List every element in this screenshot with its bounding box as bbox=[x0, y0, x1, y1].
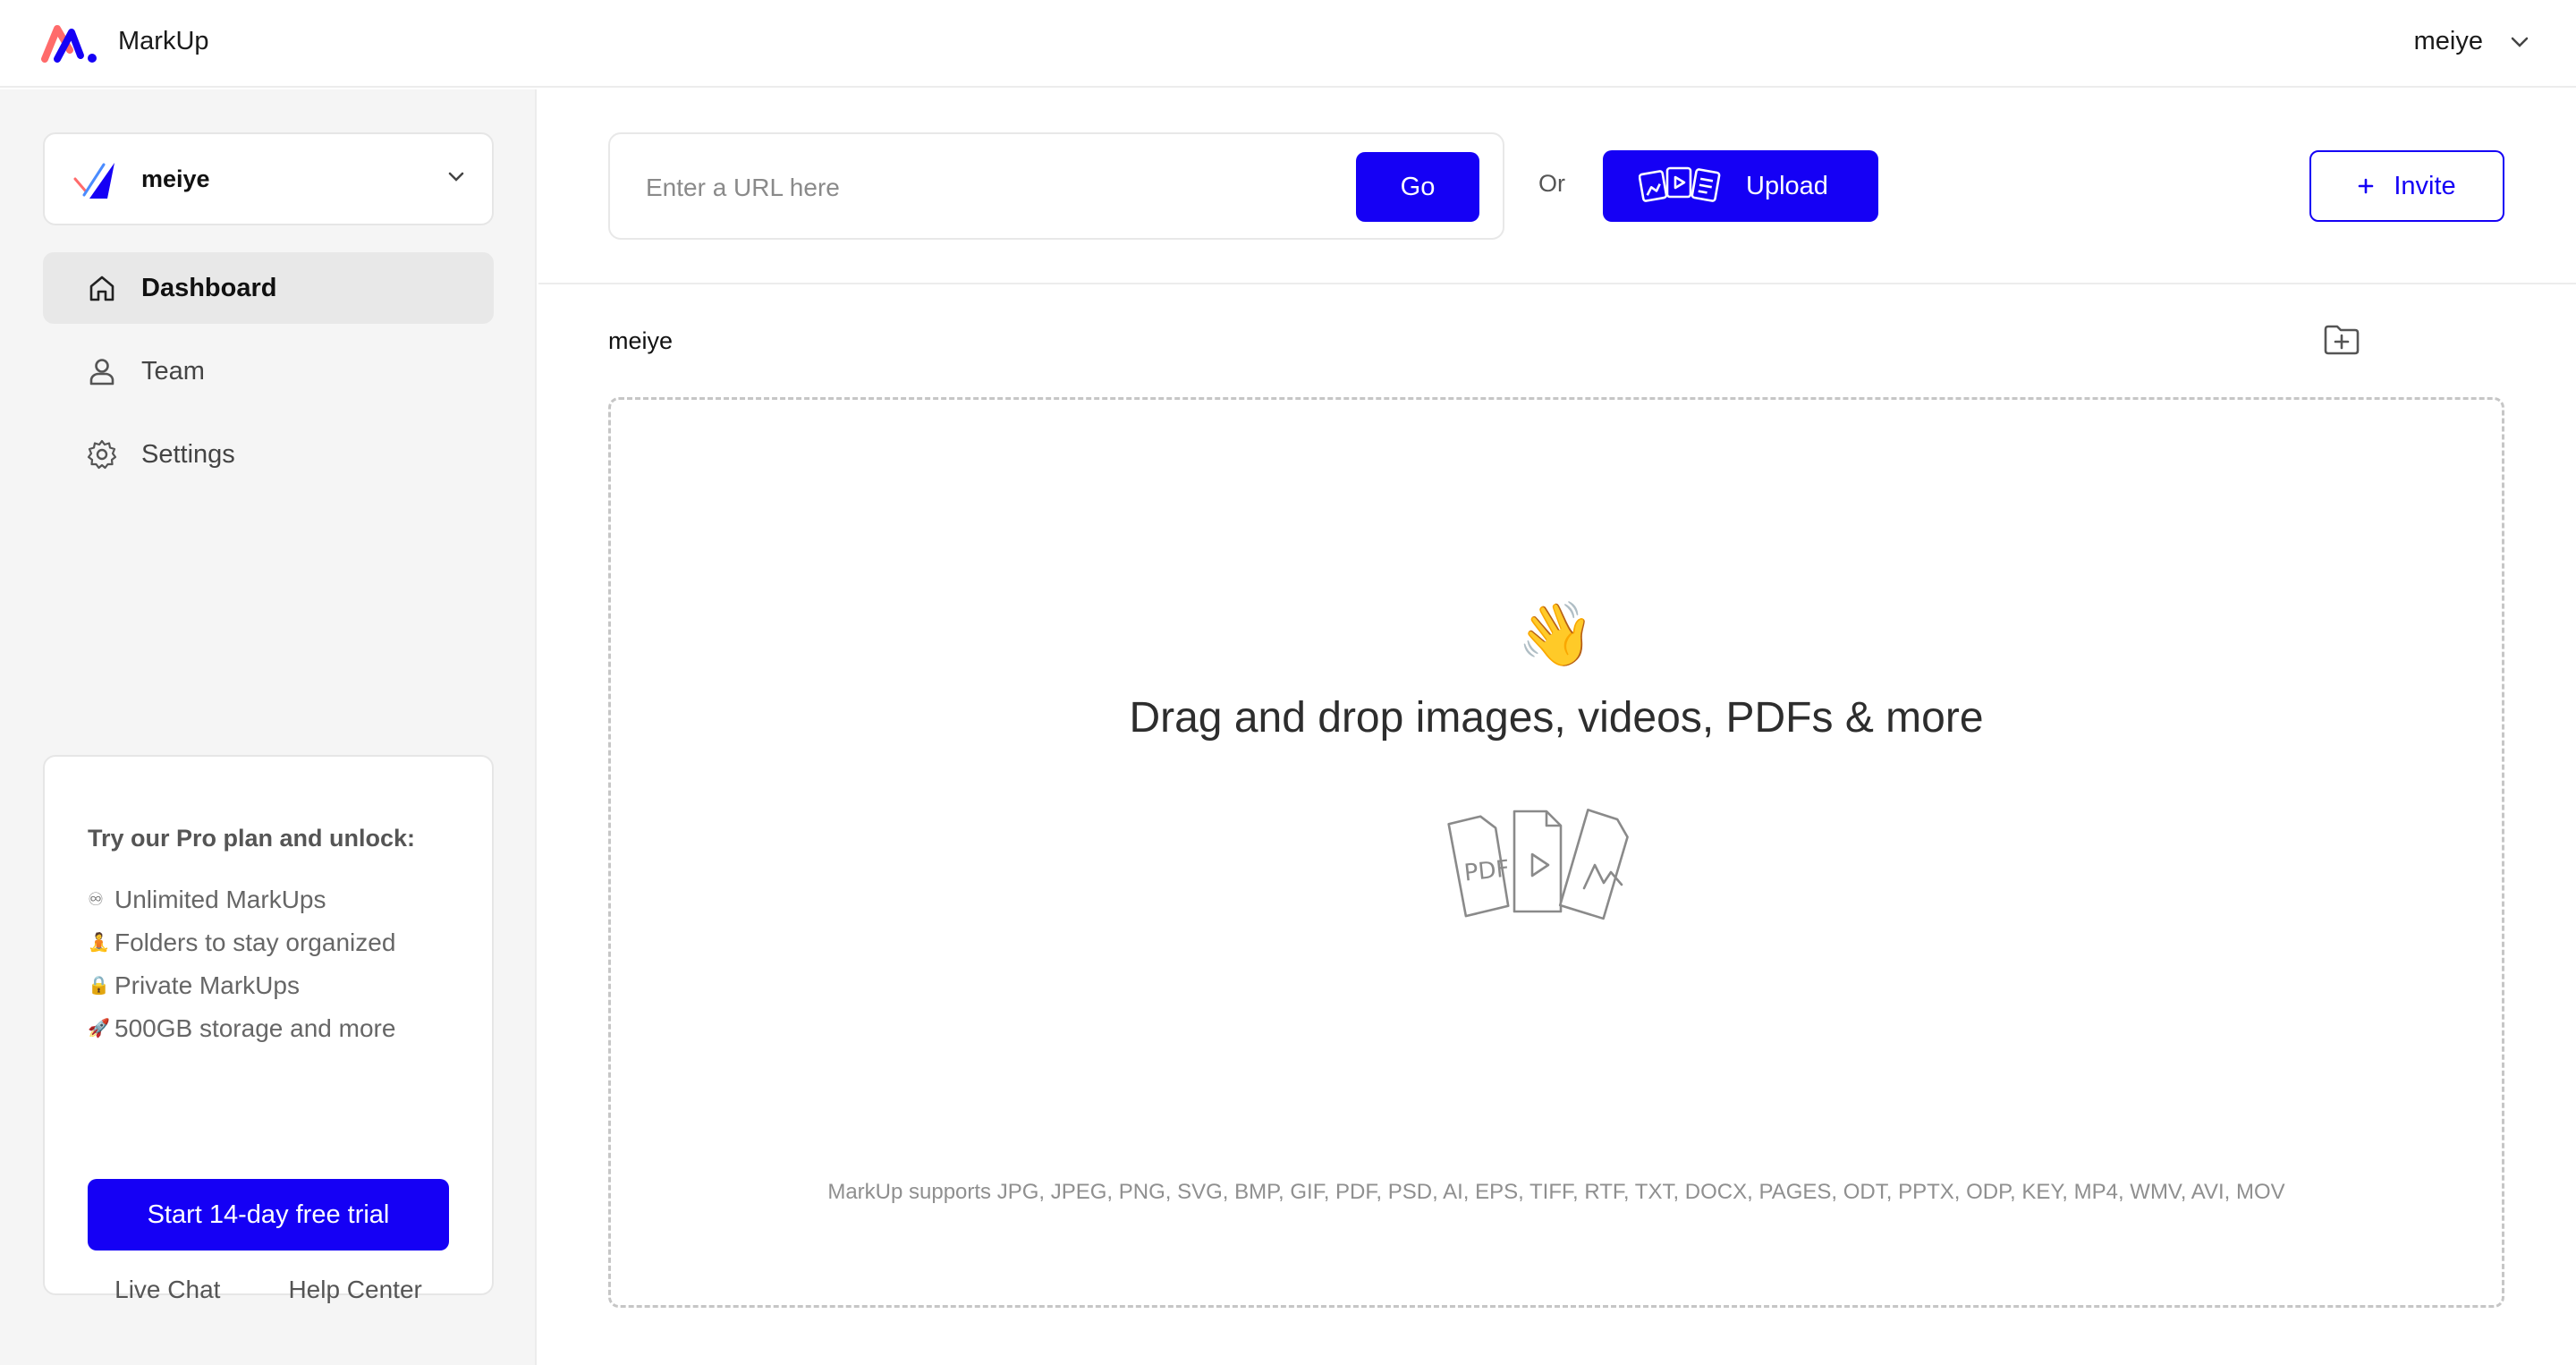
go-button[interactable]: Go bbox=[1356, 152, 1479, 222]
url-input[interactable] bbox=[646, 161, 1326, 215]
media-files-icon bbox=[1638, 164, 1723, 209]
sidebar: meiye Dashboard Team Settings Try our Pr… bbox=[0, 89, 537, 1365]
drop-zone[interactable]: 👋 Drag and drop images, videos, PDFs & m… bbox=[608, 397, 2504, 1308]
plus-icon bbox=[2358, 172, 2374, 201]
sidebar-item-label: Settings bbox=[141, 439, 235, 469]
top-bar: MarkUp meiye bbox=[0, 0, 2576, 88]
app-name: MarkUp bbox=[118, 27, 209, 55]
header-divider bbox=[538, 283, 2576, 284]
infinity-icon: ♾ bbox=[88, 890, 104, 910]
pro-feature-item: ♾ Unlimited MarkUps bbox=[88, 878, 395, 921]
drop-zone-title: Drag and drop images, videos, PDFs & mor… bbox=[1129, 694, 1984, 742]
sidebar-item-label: Team bbox=[141, 356, 205, 386]
sidebar-item-team[interactable]: Team bbox=[43, 335, 494, 407]
rocket-icon: 🚀 bbox=[88, 1019, 110, 1039]
lock-icon: 🔒 bbox=[88, 976, 110, 996]
live-chat-link[interactable]: Live Chat bbox=[114, 1276, 220, 1304]
main-content: Go Or Upload Invite meiye bbox=[538, 89, 2576, 1365]
user-icon bbox=[84, 353, 120, 389]
invite-label: Invite bbox=[2394, 171, 2456, 200]
markup-logo-icon[interactable] bbox=[41, 23, 98, 64]
start-trial-button[interactable]: Start 14-day free trial bbox=[88, 1179, 449, 1251]
file-types-icon: PDF bbox=[1447, 809, 1629, 920]
meditation-icon: 🧘 bbox=[88, 933, 110, 953]
pro-feature-list: ♾ Unlimited MarkUps 🧘 Folders to stay orga… bbox=[88, 878, 395, 1050]
pro-plan-card: Try our Pro plan and unlock: ♾ Unlimited … bbox=[43, 755, 494, 1295]
folder-title: meiye bbox=[608, 327, 674, 354]
help-center-link[interactable]: Help Center bbox=[288, 1276, 421, 1304]
or-separator: Or bbox=[1538, 170, 1565, 197]
pro-feature-item: 🧘 Folders to stay organized bbox=[88, 921, 395, 964]
chevron-down-icon bbox=[447, 171, 465, 187]
sidebar-item-settings[interactable]: Settings bbox=[43, 419, 494, 490]
user-name: meiye bbox=[2413, 27, 2483, 55]
workspace-name: meiye bbox=[141, 165, 210, 192]
invite-button[interactable]: Invite bbox=[2309, 150, 2504, 222]
workspace-switcher[interactable]: meiye bbox=[43, 132, 494, 225]
user-menu[interactable]: meiye bbox=[2414, 27, 2529, 56]
sidebar-nav: Dashboard Team Settings bbox=[43, 252, 494, 502]
pro-feature-item: 🚀 500GB storage and more bbox=[88, 1007, 395, 1050]
gear-icon bbox=[84, 437, 120, 472]
waving-hand-icon: 👋 bbox=[1517, 599, 1596, 669]
workspace-logo-icon bbox=[73, 163, 114, 199]
url-bar: Go bbox=[608, 132, 1504, 240]
upload-button[interactable]: Upload bbox=[1603, 150, 1878, 222]
pro-feature-item: 🔒 Private MarkUps bbox=[88, 964, 395, 1007]
pdf-file-label: PDF bbox=[1463, 855, 1512, 886]
new-folder-icon[interactable] bbox=[2322, 320, 2361, 360]
supported-formats-text: MarkUp supports JPG, JPEG, PNG, SVG, BMP… bbox=[827, 1180, 2285, 1204]
home-icon bbox=[84, 270, 120, 306]
chevron-down-icon bbox=[2510, 36, 2529, 48]
sidebar-item-dashboard[interactable]: Dashboard bbox=[43, 252, 494, 324]
upload-label: Upload bbox=[1746, 171, 1828, 200]
pro-plan-title: Try our Pro plan and unlock: bbox=[88, 825, 416, 852]
sidebar-footer: Live Chat Help Center bbox=[0, 1276, 537, 1304]
sidebar-item-label: Dashboard bbox=[141, 273, 277, 302]
